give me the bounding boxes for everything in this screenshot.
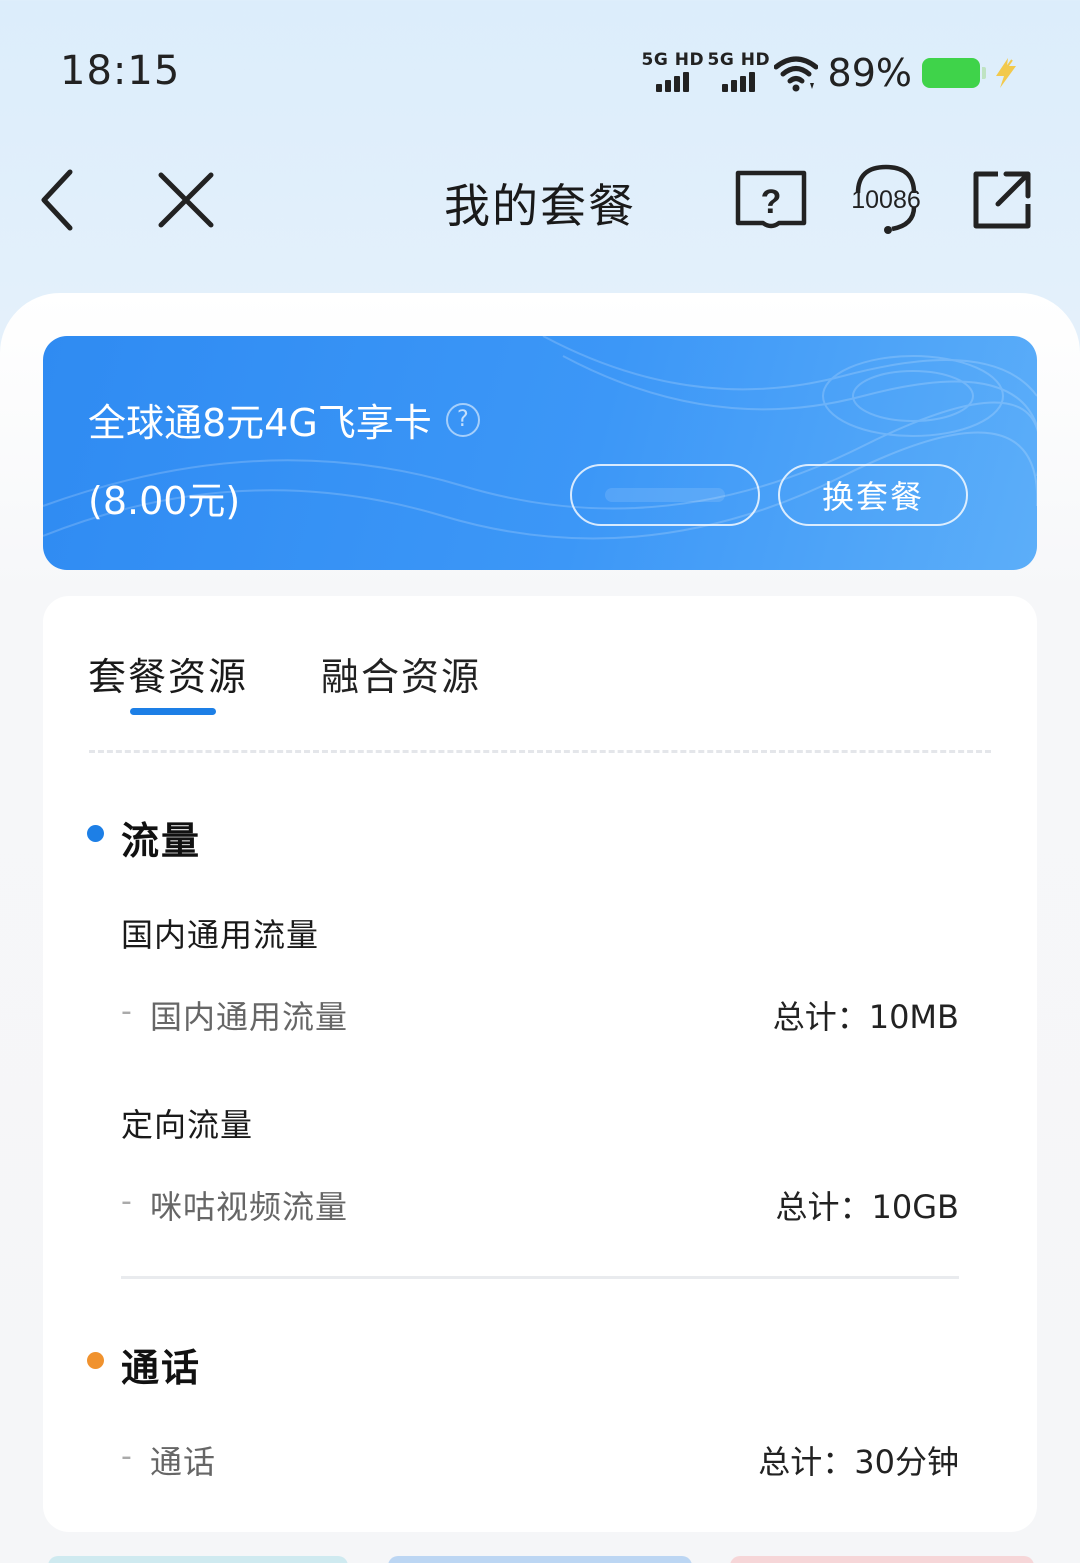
service-number: 10086 (851, 186, 921, 214)
navigation-bar: 我的套餐 ? 10086 (0, 140, 1080, 260)
help-button[interactable]: ? (734, 164, 808, 236)
wifi-icon (773, 56, 818, 92)
voice-label: 通话 (150, 1443, 217, 1481)
share-button[interactable] (966, 164, 1038, 236)
list-dash: - (121, 994, 132, 1029)
external-link-icon (973, 171, 1031, 229)
voice-total: 总计：30分钟 (758, 1443, 959, 1481)
migu-video-data-label: 咪咕视频流量 (150, 1188, 349, 1226)
domestic-data-label: 国内通用流量 (150, 998, 349, 1036)
close-button[interactable] (150, 164, 222, 236)
bottom-tile-3[interactable] (730, 1556, 1034, 1563)
charging-bolt-icon (996, 58, 1016, 88)
customer-service-icon: 10086 (851, 164, 921, 234)
sim2-label: 5G HD (707, 50, 771, 70)
list-dash: - (121, 1184, 132, 1219)
voice-section-title: 通话 (121, 1346, 202, 1390)
plan-card: 全球通8元4G飞享卡 ? (8.00元) 换套餐 (43, 336, 1037, 570)
help-book-icon: ? (735, 170, 807, 229)
plan-help-icon[interactable]: ? (445, 402, 480, 437)
sim1-label: 5G HD (641, 50, 705, 70)
plan-name: 全球通8元4G飞享卡 ? (88, 392, 480, 447)
sim2-signal-icon: 5G HD (708, 50, 770, 96)
plan-action-button[interactable] (570, 464, 760, 526)
card-wave-pattern (43, 336, 1037, 540)
bottom-tile-2[interactable] (388, 1556, 692, 1563)
domestic-data-group-title: 国内通用流量 (121, 916, 320, 954)
list-dash: - (121, 1439, 132, 1474)
bottom-tile-1[interactable] (48, 1556, 348, 1563)
status-icons: 5G HD 5G HD 89% (642, 50, 1020, 96)
tab-divider (89, 750, 991, 753)
plan-name-text: 全球通8元4G飞享卡 (88, 401, 432, 445)
tab-combined-resources[interactable]: 融合资源 (321, 646, 481, 701)
active-tab-indicator (130, 708, 216, 715)
change-plan-button[interactable]: 换套餐 (778, 464, 968, 526)
close-icon (158, 172, 214, 228)
plan-price: (8.00元) (88, 479, 241, 523)
status-time: 18:15 (60, 48, 181, 94)
data-section-title: 流量 (121, 819, 202, 863)
customer-service-button[interactable]: 10086 (848, 164, 924, 236)
svg-text:?: ? (761, 183, 782, 221)
targeted-data-group-title: 定向流量 (121, 1106, 254, 1144)
sim1-signal-icon: 5G HD (642, 50, 704, 96)
status-bar: 18:15 5G HD 5G HD 89% (0, 0, 1080, 140)
resources-card: 套餐资源 融合资源 流量 国内通用流量 - 国内通用流量 总计：10MB 定向流… (43, 596, 1037, 1532)
data-section-dot (87, 825, 104, 842)
section-separator (121, 1276, 959, 1279)
tab-plan-resources[interactable]: 套餐资源 (88, 646, 248, 701)
chevron-left-icon (41, 169, 73, 231)
back-button[interactable] (22, 164, 94, 236)
voice-section-dot (87, 1352, 104, 1369)
battery-percent: 89% (827, 51, 912, 95)
domestic-data-total: 总计：10MB (772, 998, 959, 1036)
migu-video-data-total: 总计：10GB (775, 1188, 959, 1226)
blurred-label (605, 488, 725, 502)
battery-icon (922, 58, 986, 88)
